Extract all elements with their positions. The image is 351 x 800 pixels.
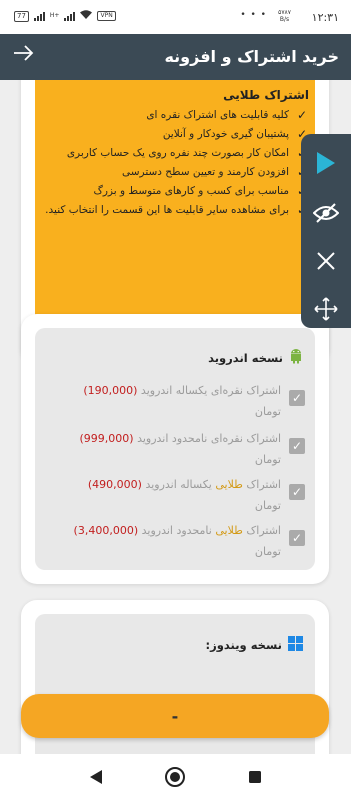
status-left-icons: 77 H+ VPN xyxy=(14,10,116,22)
checkbox[interactable]: ✓ xyxy=(289,438,305,454)
option-label: اشتراک نقره‌ای نامحدود اندروید (999,000)… xyxy=(79,432,281,466)
page-title: خرید اشتراک و افزونه xyxy=(164,47,339,66)
signal-bars-icon-2 xyxy=(64,11,76,21)
windows-section-header: نسخه ویندوز: xyxy=(206,636,303,654)
check-icon: ✓ xyxy=(296,108,307,122)
gold-feature-item: ✓امکان کار بصورت چند نفره روی یک حساب کا… xyxy=(39,144,309,163)
system-nav-bar xyxy=(0,754,351,800)
gold-feature-item: ✓برای مشاهده سایر قابلیت ها این قسمت را … xyxy=(39,201,309,220)
eye-off-icon[interactable] xyxy=(301,190,351,236)
option-price: (999,000) xyxy=(79,432,134,445)
battery-icon: 77 xyxy=(14,10,29,22)
net-speed-unit: B/s xyxy=(279,16,290,23)
android-icon xyxy=(289,348,303,367)
gold-feature-item: ✓مناسب برای کسب و کارهای متوسط و بزرگ xyxy=(39,182,309,201)
option-label: اشتراک نقره‌ای یکساله اندروید (190,000) … xyxy=(83,384,281,418)
option-price: (3,400,000) xyxy=(73,524,139,537)
gold-plan-title: اشتراک طلایی xyxy=(223,88,309,102)
status-time: ۱۲:۳۱ xyxy=(311,11,339,24)
signal-bars-icon xyxy=(33,11,45,21)
android-section-header: نسخه اندروید xyxy=(208,348,303,367)
back-arrow-icon[interactable] xyxy=(12,42,34,70)
android-panel: نسخه اندروید ✓ اشتراک نقره‌ای یکساله اند… xyxy=(35,328,315,570)
wifi-icon xyxy=(80,10,93,22)
windows-section-title: نسخه ویندوز: xyxy=(205,638,282,652)
option-currency: تومان xyxy=(254,405,281,418)
android-section-title: نسخه اندروید xyxy=(208,350,283,365)
windows-icon xyxy=(288,636,303,654)
vpn-icon: VPN xyxy=(97,11,116,21)
content-area[interactable]: اشتراک طلایی ✓ کلیه قابلیت های اشتراک نقر… xyxy=(0,80,351,754)
android-option-row[interactable]: ✓ اشتراک نقره‌ای نامحدود اندروید (999,00… xyxy=(43,428,305,470)
option-currency: تومان xyxy=(254,453,281,466)
net-speed-value: ۵۷۸۷ xyxy=(278,9,291,16)
network-type-label: H+ xyxy=(49,12,60,19)
android-option-row[interactable]: ✓ اشتراک نقره‌ای یکساله اندروید (190,000… xyxy=(43,380,305,422)
app-header: خرید اشتراک و افزونه xyxy=(0,34,351,80)
android-option-row[interactable]: ✓ اشتراک طلایی نامحدود اندروید (3,400,00… xyxy=(43,520,305,562)
net-speed: ۵۷۸۷ B/s xyxy=(278,9,291,23)
gold-highlight: طلایی xyxy=(215,524,243,537)
gold-feature-item: ✓افزودن کارمند و تعیین سطح دسترسی xyxy=(39,163,309,182)
option-label: اشتراک طلایی نامحدود اندروید (3,400,000)… xyxy=(73,524,281,558)
checkbox[interactable]: ✓ xyxy=(289,530,305,546)
back-triangle-icon[interactable] xyxy=(84,765,108,789)
gold-feature-list: ✓ کلیه قابلیت های اشتراک نقره ای ✓ پشتیبان… xyxy=(39,106,309,220)
purchase-button[interactable]: - xyxy=(21,694,329,738)
gold-plan-panel[interactable]: اشتراک طلایی ✓ کلیه قابلیت های اشتراک نقر… xyxy=(35,80,315,348)
option-price: (190,000) xyxy=(83,384,138,397)
checkbox[interactable]: ✓ xyxy=(289,484,305,500)
checkbox[interactable]: ✓ xyxy=(289,390,305,406)
move-icon[interactable] xyxy=(301,286,351,332)
close-icon[interactable] xyxy=(301,238,351,284)
option-label: اشتراک طلایی یکساله اندروید (490,000) تو… xyxy=(87,478,281,512)
status-dots: • • • xyxy=(240,10,267,20)
android-card: نسخه اندروید ✓ اشتراک نقره‌ای یکساله اند… xyxy=(21,314,329,584)
play-icon[interactable] xyxy=(301,140,351,186)
android-option-row[interactable]: ✓ اشتراک طلایی یکساله اندروید (490,000) … xyxy=(43,474,305,516)
gold-feature-item: ✓ کلیه قابلیت های اشتراک نقره ای xyxy=(39,106,309,125)
floating-toolbar xyxy=(301,134,351,328)
gold-feature-item: ✓ پشتیبان گیری خودکار و آنلاین xyxy=(39,125,309,144)
purchase-button-label: - xyxy=(171,706,179,726)
status-bar: 77 H+ VPN • • • ۵۷۸۷ B/s ۱۲:۳۱ xyxy=(0,0,351,34)
option-price: (490,000) xyxy=(87,478,142,491)
option-currency: تومان xyxy=(254,499,281,512)
gold-highlight: طلایی xyxy=(215,478,243,491)
option-currency: تومان xyxy=(254,545,281,558)
recents-square-icon[interactable] xyxy=(243,765,267,789)
home-circle-icon[interactable] xyxy=(163,765,187,789)
